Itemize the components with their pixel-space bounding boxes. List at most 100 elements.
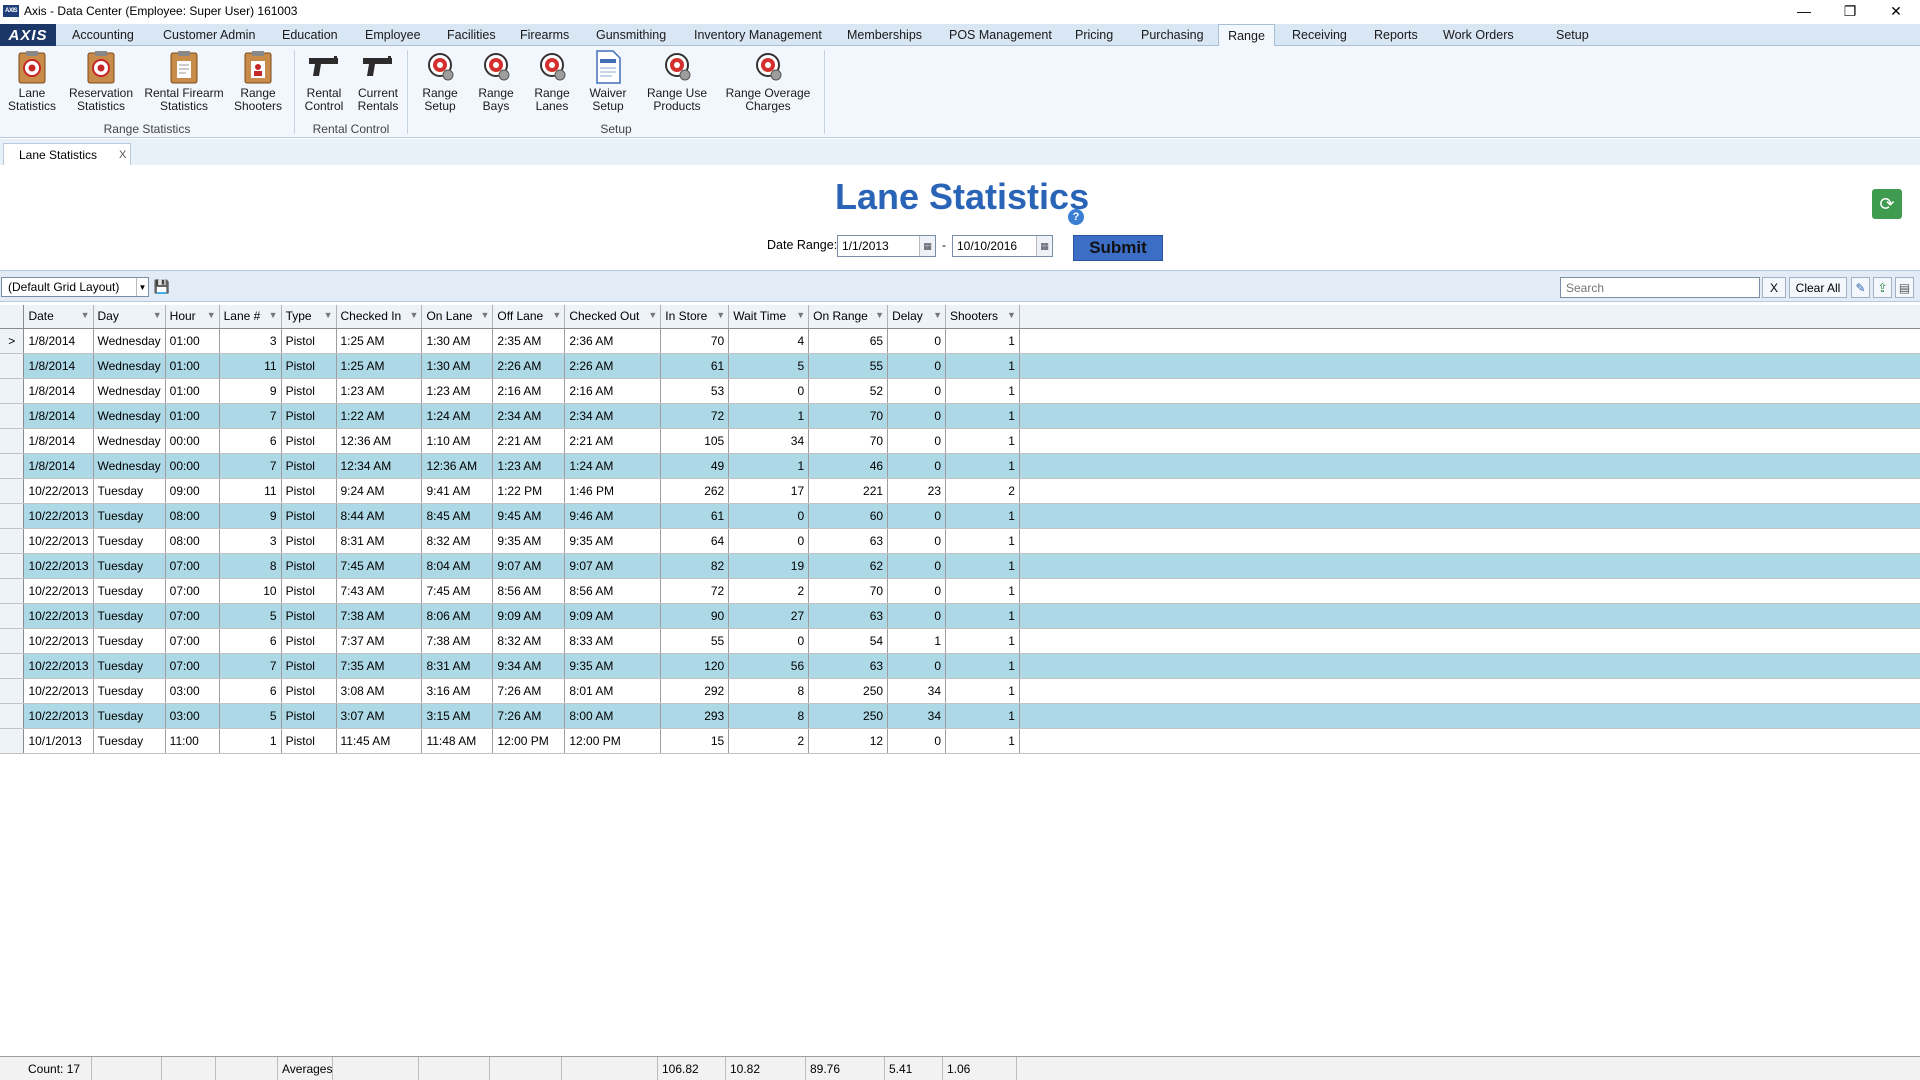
range-bays-button[interactable]: Range Bays xyxy=(474,50,518,113)
table-cell[interactable]: 1 xyxy=(945,553,1020,579)
table-cell[interactable]: 34 xyxy=(728,428,810,454)
table-row[interactable]: >1/8/2014 Wednesday 01:00 3 Pistol 1:25 AM 1:3… xyxy=(0,328,1920,354)
date-from-field[interactable]: 1/1/2013 ▦ xyxy=(837,235,936,257)
table-cell[interactable]: 8:32 AM xyxy=(421,528,494,554)
table-cell[interactable]: 2 xyxy=(728,728,810,754)
table-cell[interactable]: Pistol xyxy=(281,453,337,479)
table-cell[interactable]: 9:35 AM xyxy=(564,653,662,679)
table-cell[interactable]: Pistol xyxy=(281,403,337,429)
table-cell[interactable]: 9:46 AM xyxy=(564,503,662,529)
table-cell[interactable]: 0 xyxy=(728,628,810,654)
table-row[interactable]: 10/22/2013 Tuesday 07:00 6 Pistol 7:37 AM 7:38… xyxy=(0,628,1920,654)
table-cell[interactable]: 8:01 AM xyxy=(564,678,662,704)
table-cell[interactable]: 3:07 AM xyxy=(336,703,423,729)
table-cell[interactable]: 11 xyxy=(219,353,282,379)
tab-lane-statistics[interactable]: Lane Statistics X xyxy=(3,143,131,165)
table-cell[interactable]: 0 xyxy=(887,553,946,579)
table-cell[interactable]: 1:30 AM xyxy=(421,328,494,354)
table-cell[interactable]: 0 xyxy=(887,378,946,404)
table-cell[interactable]: 70 xyxy=(660,328,730,354)
table-cell[interactable]: 12:34 AM xyxy=(336,453,423,479)
table-cell[interactable]: 5 xyxy=(219,603,282,629)
table-cell[interactable]: Tuesday xyxy=(93,528,166,554)
table-cell[interactable]: 01:00 xyxy=(165,378,220,404)
table-cell[interactable]: 0 xyxy=(887,603,946,629)
export-icon[interactable]: ⇪ xyxy=(1873,277,1892,298)
row-indicator[interactable] xyxy=(0,503,25,529)
table-cell[interactable]: 03:00 xyxy=(165,703,220,729)
table-cell[interactable]: 07:00 xyxy=(165,553,220,579)
table-cell[interactable]: 1:22 PM xyxy=(492,478,566,504)
grid-layout-select[interactable]: (Default Grid Layout) ▼ xyxy=(1,277,149,297)
filter-icon[interactable]: ▼ xyxy=(1007,310,1016,320)
menu-tab-purchasing[interactable]: Purchasing xyxy=(1137,24,1208,46)
maximize-button[interactable]: ❐ xyxy=(1827,0,1873,22)
table-cell[interactable]: Wednesday xyxy=(93,428,166,454)
table-cell[interactable]: 08:00 xyxy=(165,503,220,529)
table-cell[interactable]: 0 xyxy=(887,728,946,754)
column-header-hour[interactable]: Hour ▼ xyxy=(165,305,220,329)
table-cell[interactable]: 8:32 AM xyxy=(492,628,566,654)
table-cell[interactable]: 7:26 AM xyxy=(492,678,566,704)
search-input[interactable] xyxy=(1560,277,1760,298)
table-cell[interactable]: 1:23 AM xyxy=(421,378,494,404)
table-cell[interactable]: 08:00 xyxy=(165,528,220,554)
filter-icon[interactable]: ▼ xyxy=(81,310,90,320)
table-cell[interactable]: 8:04 AM xyxy=(421,553,494,579)
table-cell[interactable]: 61 xyxy=(660,503,730,529)
table-cell[interactable]: 82 xyxy=(660,553,730,579)
table-cell[interactable]: 1:24 AM xyxy=(564,453,662,479)
table-cell[interactable]: 0 xyxy=(887,453,946,479)
table-cell[interactable]: 7:45 AM xyxy=(336,553,423,579)
table-cell[interactable]: 2 xyxy=(945,478,1020,504)
table-row[interactable]: 10/22/2013 Tuesday 07:00 5 Pistol 7:38 AM 8:06… xyxy=(0,603,1920,629)
range-use-products-button[interactable]: Range Use Products xyxy=(644,50,710,113)
table-cell[interactable]: 1 xyxy=(945,678,1020,704)
filter-icon[interactable]: ▼ xyxy=(933,310,942,320)
table-cell[interactable]: Wednesday xyxy=(93,328,166,354)
table-cell[interactable]: Tuesday xyxy=(93,503,166,529)
table-cell[interactable]: 9:41 AM xyxy=(421,478,494,504)
menu-tab-accounting[interactable]: Accounting xyxy=(68,24,138,46)
table-cell[interactable]: 1/8/2014 xyxy=(23,428,94,454)
table-cell[interactable]: 1/8/2014 xyxy=(23,328,94,354)
menu-tab-customer-admin[interactable]: Customer Admin xyxy=(159,24,259,46)
table-cell[interactable]: 8:33 AM xyxy=(564,628,662,654)
table-cell[interactable]: Wednesday xyxy=(93,403,166,429)
table-cell[interactable]: 0 xyxy=(887,578,946,604)
table-cell[interactable]: 64 xyxy=(660,528,730,554)
column-header-checked-in[interactable]: Checked In ▼ xyxy=(336,305,423,329)
table-cell[interactable]: 3 xyxy=(219,528,282,554)
menu-tab-setup[interactable]: Setup xyxy=(1552,24,1593,46)
table-cell[interactable]: 2:16 AM xyxy=(564,378,662,404)
table-cell[interactable]: 2:26 AM xyxy=(492,353,566,379)
table-cell[interactable]: 6 xyxy=(219,428,282,454)
table-cell[interactable]: 7:45 AM xyxy=(421,578,494,604)
table-cell[interactable]: 12:00 PM xyxy=(564,728,662,754)
table-cell[interactable]: 10/22/2013 xyxy=(23,578,94,604)
table-cell[interactable]: 0 xyxy=(887,528,946,554)
table-cell[interactable]: 8:31 AM xyxy=(336,528,423,554)
row-indicator[interactable] xyxy=(0,403,25,429)
table-cell[interactable]: Pistol xyxy=(281,728,337,754)
table-cell[interactable]: 3:08 AM xyxy=(336,678,423,704)
range-overage-charges-button[interactable]: Range Overage Charges xyxy=(722,50,814,113)
waiver-setup-button[interactable]: Waiver Setup xyxy=(585,50,631,113)
table-cell[interactable]: 70 xyxy=(808,578,889,604)
table-cell[interactable]: 1:22 AM xyxy=(336,403,423,429)
table-cell[interactable]: 1 xyxy=(728,403,810,429)
rental-control-button[interactable]: Rental Control xyxy=(300,50,348,113)
table-cell[interactable]: 8:45 AM xyxy=(421,503,494,529)
table-cell[interactable]: 3:16 AM xyxy=(421,678,494,704)
table-cell[interactable]: 1 xyxy=(945,728,1020,754)
column-header-type[interactable]: Type ▼ xyxy=(281,305,337,329)
table-cell[interactable]: 54 xyxy=(808,628,889,654)
menu-tab-memberships[interactable]: Memberships xyxy=(843,24,926,46)
menu-tab-receiving[interactable]: Receiving xyxy=(1288,24,1351,46)
row-indicator[interactable] xyxy=(0,353,25,379)
row-indicator[interactable] xyxy=(0,478,25,504)
table-cell[interactable]: 8 xyxy=(728,703,810,729)
table-cell[interactable]: 8:00 AM xyxy=(564,703,662,729)
table-cell[interactable]: 07:00 xyxy=(165,628,220,654)
column-header-delay[interactable]: Delay ▼ xyxy=(887,305,946,329)
